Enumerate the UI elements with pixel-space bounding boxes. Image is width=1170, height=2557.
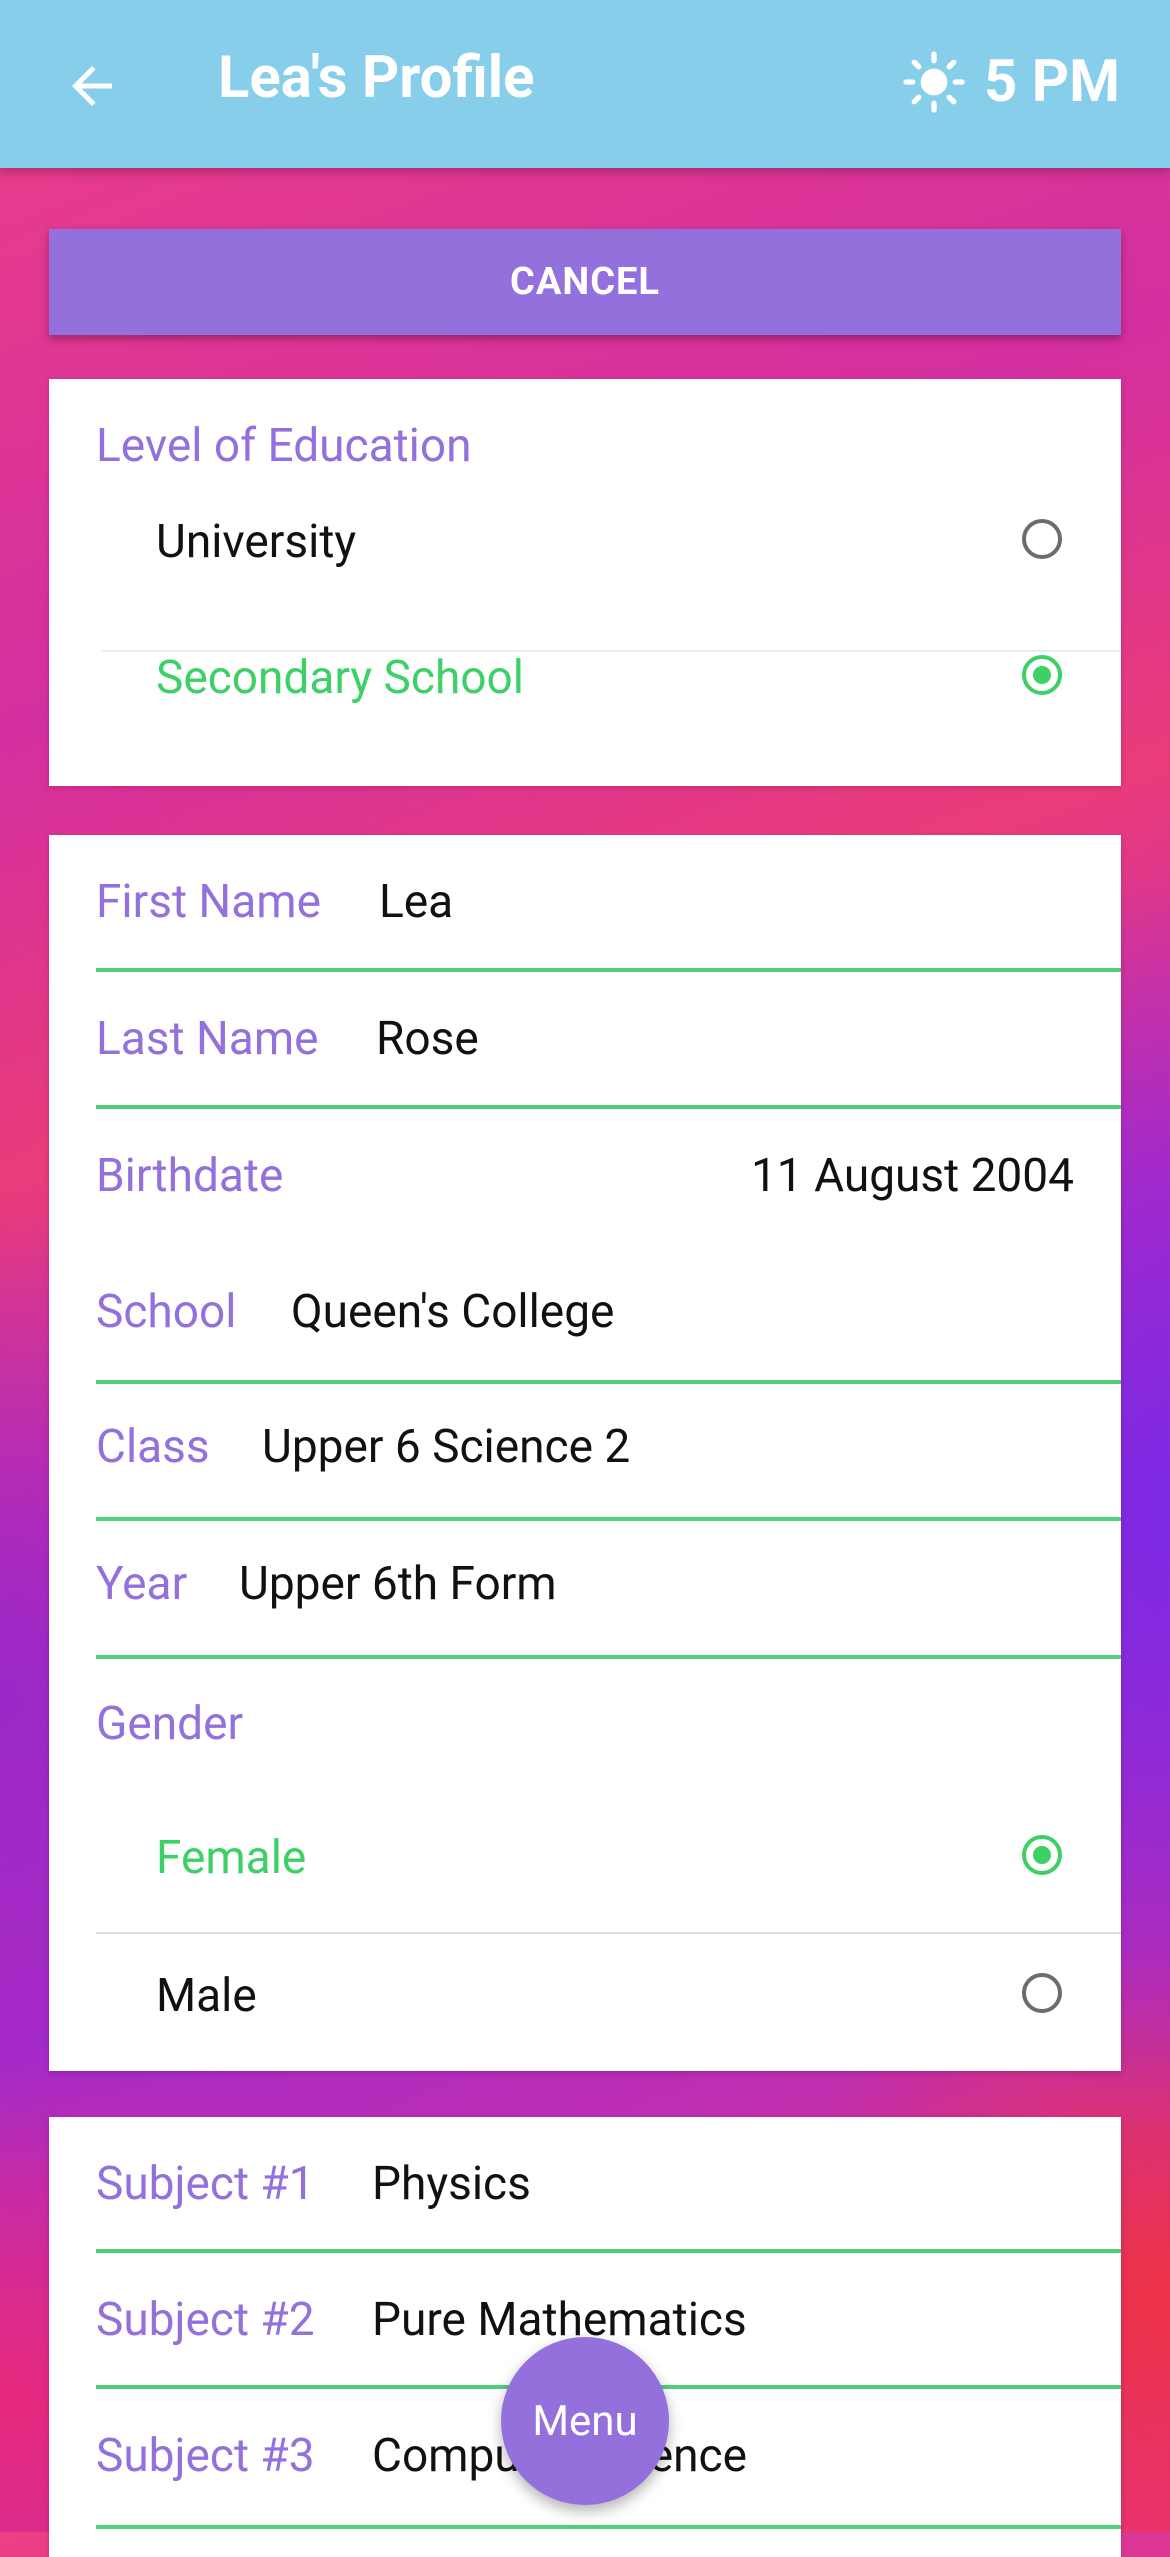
option-label: Secondary School [156, 651, 524, 705]
birthdate-label: Birthdate [96, 1149, 284, 1203]
education-heading: Level of Education [96, 419, 472, 473]
radio-selected-icon[interactable] [1022, 655, 1062, 695]
year-value[interactable]: Upper 6th Form [239, 1557, 557, 1611]
education-option-university[interactable]: University [49, 515, 1121, 615]
option-label: University [156, 515, 357, 569]
subject-1-label: Subject #1 [96, 2157, 315, 2211]
education-card: Level of Education University Secondary … [49, 379, 1121, 786]
class-field[interactable]: Class Upper 6 Science 2 [49, 1384, 1121, 1519]
gender-heading: Gender [96, 1697, 244, 1751]
sun-icon [903, 51, 965, 113]
cancel-button[interactable]: CANCEL [49, 229, 1121, 335]
year-label: Year [96, 1557, 188, 1611]
first-name-label: First Name [96, 875, 321, 929]
school-field[interactable]: School Queen's College [49, 1245, 1121, 1380]
page-title: Lea's Profile [218, 44, 535, 112]
last-name-label: Last Name [96, 1012, 319, 1066]
birthdate-value[interactable]: 11 August 2004 [751, 1149, 1074, 1203]
last-name-field[interactable]: Last Name Rose [49, 972, 1121, 1107]
birthdate-field[interactable]: Birthdate 11 August 2004 [49, 1109, 1121, 1245]
gender-option-male[interactable]: Male [49, 1969, 1121, 2069]
first-name-field[interactable]: First Name Lea [49, 835, 1121, 970]
radio-selected-icon[interactable] [1022, 1835, 1062, 1875]
subject-2-label: Subject #2 [96, 2293, 315, 2347]
radio-unselected-icon[interactable] [1022, 1973, 1062, 2013]
menu-fab-button[interactable]: Menu [501, 2337, 669, 2505]
divider [96, 1932, 1121, 1934]
back-arrow-icon[interactable] [62, 56, 122, 116]
school-value[interactable]: Queen's College [291, 1285, 614, 1339]
class-value[interactable]: Upper 6 Science 2 [262, 1420, 630, 1474]
details-card: First Name Lea Last Name Rose Birthdate … [49, 835, 1121, 2071]
education-option-secondary-school[interactable]: Secondary School [49, 651, 1121, 751]
radio-unselected-icon[interactable] [1022, 519, 1062, 559]
subject-3-underline [96, 2525, 1121, 2529]
app-bar: Lea's Profile 5 PM [0, 0, 1170, 168]
subject-3-label: Subject #3 [96, 2429, 315, 2483]
school-label: School [96, 1285, 237, 1339]
weather-time: 5 PM [984, 48, 1120, 116]
subject-2-value[interactable]: Pure Mathematics [372, 2293, 747, 2347]
subject-1-value[interactable]: Physics [372, 2157, 531, 2211]
subject-1-field[interactable]: Subject #1 Physics [49, 2117, 1121, 2251]
last-name-value[interactable]: Rose [376, 1012, 479, 1066]
first-name-value[interactable]: Lea [379, 875, 453, 929]
year-underline [96, 1655, 1121, 1659]
year-field[interactable]: Year Upper 6th Form [49, 1521, 1121, 1656]
option-label: Female [156, 1831, 307, 1885]
class-label: Class [96, 1420, 210, 1474]
gender-option-female[interactable]: Female [49, 1831, 1121, 1931]
option-label: Male [156, 1969, 257, 2023]
